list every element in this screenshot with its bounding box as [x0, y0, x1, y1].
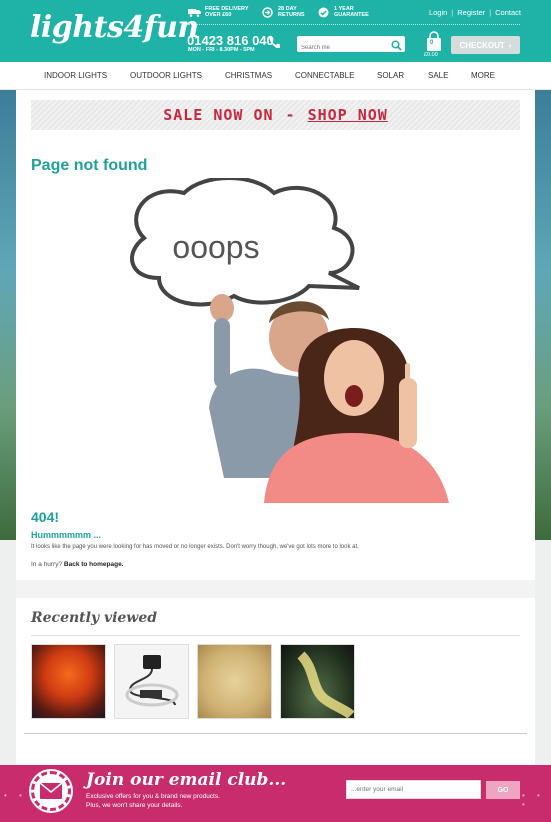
chevron-right-icon: ›	[508, 40, 512, 50]
oops-illustration: ooops	[130, 178, 449, 503]
usp-line: OVER £60	[205, 12, 232, 18]
contact-link[interactable]: Contact	[495, 8, 521, 17]
basket-count: 0	[430, 40, 434, 46]
checkout-button[interactable]: CHECKOUT ›	[451, 36, 520, 54]
nav-christmas[interactable]: CHRISTMAS	[225, 71, 272, 80]
cable-controller-image	[125, 655, 179, 707]
opening-hours: MON - FRI - 8.30PM - 5PM	[188, 47, 255, 53]
header-divider	[188, 24, 520, 25]
usp-line: RETURNS	[278, 12, 305, 18]
nav-connectable[interactable]: CONNECTABLE	[295, 71, 354, 80]
link-separator: |	[489, 8, 492, 17]
nav-outdoor-lights[interactable]: OUTDOOR LIGHTS	[130, 71, 202, 80]
phone-icon	[268, 35, 282, 53]
recently-viewed-product-orange-tree[interactable]	[31, 644, 106, 719]
usp-returns: 28 DAY RETURNS	[261, 6, 305, 18]
recently-viewed-divider	[31, 635, 520, 636]
shopping-bag-icon	[427, 31, 441, 51]
recently-viewed-product-path-lights[interactable]	[280, 644, 355, 719]
hurry-line: In a hurry? Back to homepage.	[31, 561, 124, 568]
recently-viewed-title: Recently viewed	[31, 610, 158, 626]
usp-free-delivery: FREE DELIVERY OVER £60	[188, 6, 249, 18]
envelope-icon	[29, 769, 73, 813]
nav-indoor-lights[interactable]: INDOOR LIGHTS	[44, 71, 107, 80]
guarantee-check-icon	[317, 7, 330, 18]
sale-banner-text: SALE NOW ON	[163, 106, 274, 124]
site-logo[interactable]: lights4fun	[30, 10, 199, 45]
background-image-right	[535, 90, 551, 540]
main-content: SALE NOW ON - SHOP NOW Page not found oo…	[16, 90, 535, 765]
account-links: Login | Register | Contact	[429, 8, 521, 17]
search-icon[interactable]	[391, 38, 402, 56]
basket[interactable]: 0 £0.00	[424, 31, 443, 58]
search-box	[297, 36, 405, 56]
usp-line: GUARANTEE	[334, 12, 369, 18]
returns-icon	[261, 6, 274, 18]
link-separator: |	[451, 8, 454, 17]
section-separator	[16, 580, 535, 598]
basket-total: £0.00	[424, 52, 438, 58]
bubble-text: ooops	[172, 229, 259, 265]
phone-number[interactable]: 01423 816 040	[187, 33, 274, 48]
email-club-text: Plus, we won't share your details.	[86, 802, 183, 809]
search-input[interactable]	[297, 40, 385, 56]
nav-more[interactable]: MORE	[471, 71, 495, 80]
site-header: lights4fun FREE DELIVERY OVER £60 28 DAY R…	[0, 0, 551, 62]
content-bottom-divider	[24, 733, 527, 734]
email-submit-button[interactable]: GO	[486, 781, 520, 799]
decorative-dots: • • •	[522, 791, 545, 809]
hurry-prefix: In a hurry?	[31, 561, 63, 568]
recently-viewed-product-net-lights[interactable]	[197, 644, 272, 719]
delivery-truck-icon	[188, 7, 201, 18]
nav-solar[interactable]: SOLAR	[377, 71, 404, 80]
error-message: It looks like the page you were looking …	[31, 544, 359, 550]
checkout-label: CHECKOUT	[459, 40, 505, 50]
page-title: Page not found	[31, 157, 148, 174]
sale-banner-dash: -	[285, 106, 296, 124]
recently-viewed-product-cable[interactable]	[114, 644, 189, 719]
error-subtitle: Hummmmmm ...	[31, 530, 102, 540]
path-lights-image	[297, 651, 355, 719]
nav-sale[interactable]: SALE	[428, 71, 448, 80]
email-club-bar: • • • • • • Join our email club... Exclu…	[0, 765, 551, 822]
background-image-left	[0, 90, 16, 540]
login-link[interactable]: Login	[429, 8, 447, 17]
email-club-title: Join our email club...	[86, 770, 287, 790]
register-link[interactable]: Register	[457, 8, 485, 17]
main-navigation: INDOOR LIGHTS OUTDOOR LIGHTS CHRISTMAS C…	[0, 62, 551, 90]
back-to-homepage-link[interactable]: Back to homepage.	[64, 561, 124, 568]
error-code: 404!	[31, 509, 60, 525]
shop-now-link[interactable]: SHOP NOW	[308, 106, 388, 124]
usp-guarantee: 1 YEAR GUARANTEE	[317, 6, 369, 18]
sale-banner[interactable]: SALE NOW ON - SHOP NOW	[31, 100, 520, 130]
email-input[interactable]	[346, 780, 481, 799]
email-club-text: Exclusive offers for you & brand new pro…	[86, 793, 220, 800]
